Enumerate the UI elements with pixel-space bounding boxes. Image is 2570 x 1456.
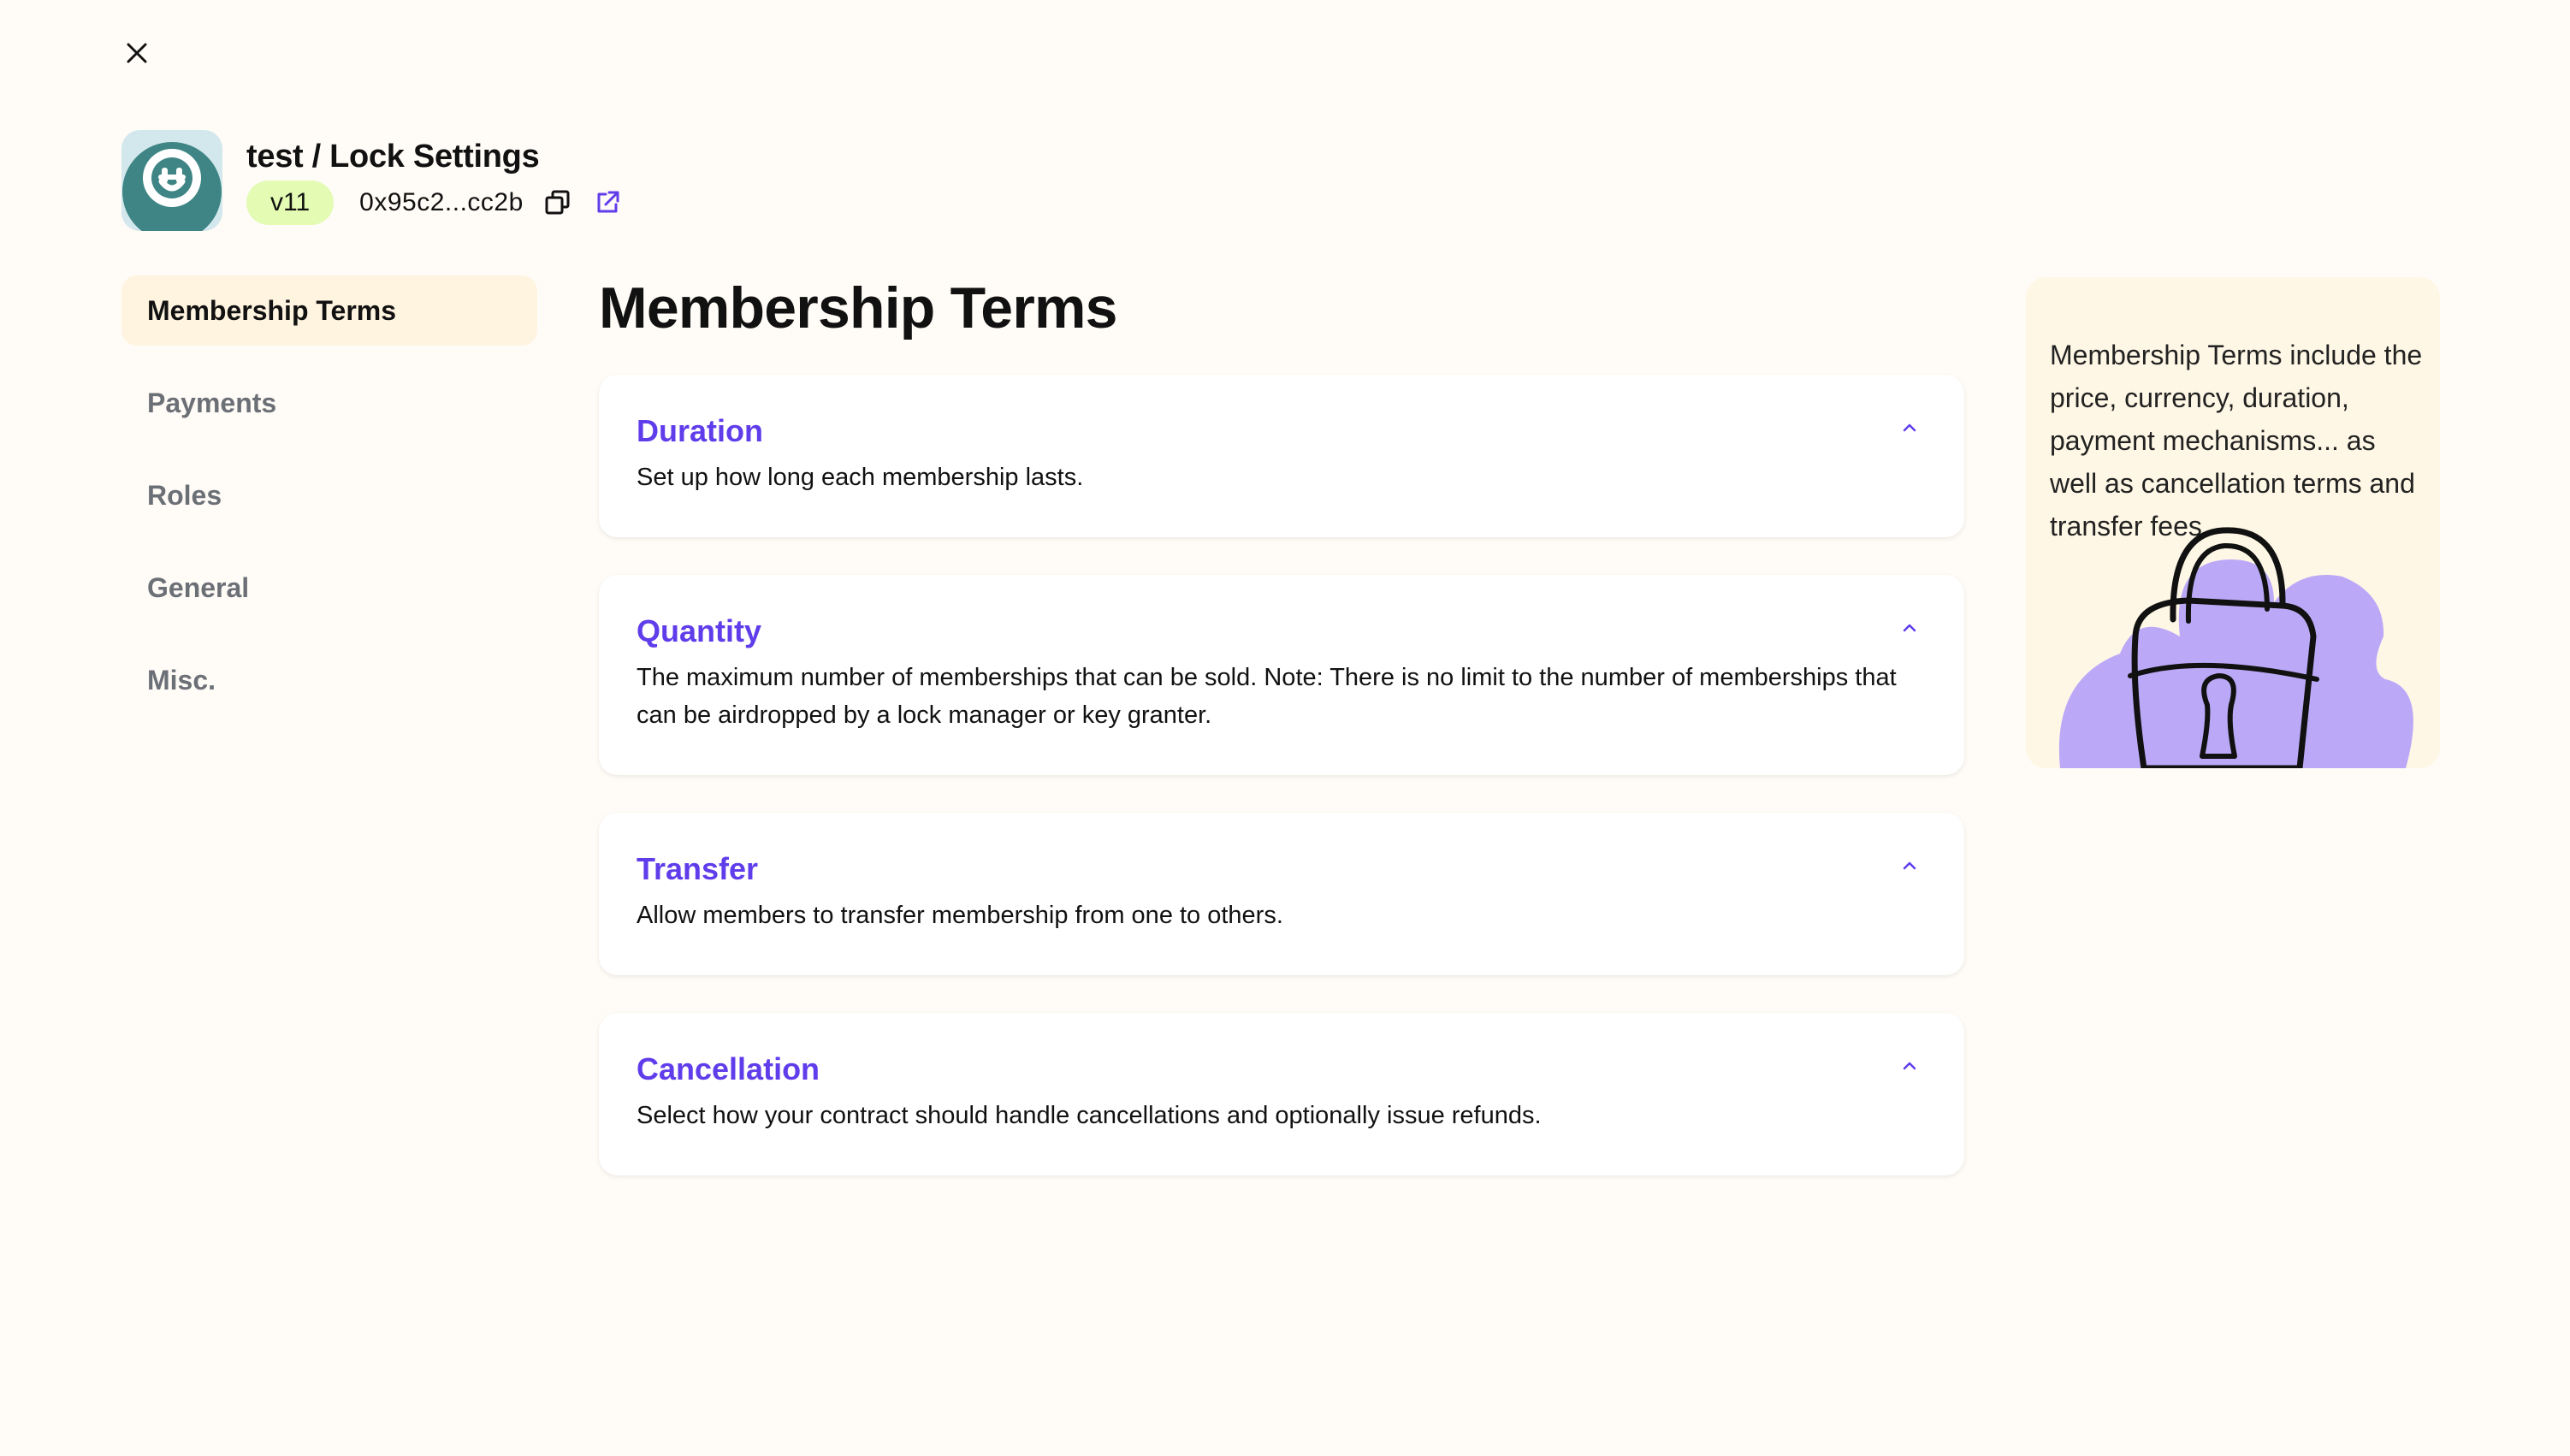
transfer-card[interactable]: Transfer Allow members to transfer membe…: [599, 813, 1964, 975]
duration-card[interactable]: Duration Set up how long each membership…: [599, 375, 1964, 537]
copy-address-button[interactable]: [542, 187, 573, 218]
cancellation-card[interactable]: Cancellation Select how your contract sh…: [599, 1013, 1964, 1175]
card-description: Allow members to transfer membership fro…: [637, 902, 1283, 929]
close-button[interactable]: [120, 36, 154, 70]
card-title: Duration: [637, 413, 763, 448]
open-explorer-button[interactable]: [592, 187, 623, 218]
version-badge: v11: [246, 181, 335, 225]
page-title: Membership Terms: [599, 275, 1117, 340]
main-content: Membership Terms Duration Set up how lon…: [599, 274, 1964, 1213]
card-description: Select how your contract should handle c…: [637, 1102, 1542, 1129]
padlock-illustration-icon: [2058, 527, 2413, 768]
chevron-up-icon[interactable]: [1898, 616, 1922, 640]
quantity-card[interactable]: Quantity The maximum number of membershi…: [599, 575, 1964, 775]
sidebar-item-misc[interactable]: Misc.: [121, 645, 537, 715]
sidebar-item-general[interactable]: General: [121, 553, 537, 623]
card-description: The maximum number of memberships that c…: [637, 664, 1897, 729]
sidebar-item-payments[interactable]: Payments: [121, 368, 537, 438]
card-title: Cancellation: [637, 1051, 820, 1086]
card-title: Quantity: [637, 613, 762, 648]
lock-title: test / Lock Settings: [246, 139, 540, 175]
lock-settings-page: test / Lock Settings v11 0x95c2...cc2b M…: [0, 0, 2570, 1456]
settings-sidebar: Membership Terms Payments Roles General …: [121, 275, 537, 737]
unlock-logo-icon: [121, 130, 222, 231]
info-panel: Membership Terms include the price, curr…: [2026, 277, 2440, 768]
chevron-up-icon[interactable]: [1898, 854, 1922, 878]
copy-icon: [545, 190, 570, 215]
external-link-icon: [597, 191, 619, 213]
lock-header: test / Lock Settings v11 0x95c2...cc2b: [121, 130, 623, 231]
sidebar-item-roles[interactable]: Roles: [121, 460, 537, 530]
lock-avatar: [121, 130, 222, 231]
card-description: Set up how long each membership lasts.: [637, 464, 1084, 491]
contract-address: 0x95c2...cc2b: [359, 188, 524, 216]
card-title: Transfer: [637, 851, 759, 886]
close-icon: [127, 43, 147, 63]
sidebar-item-membership-terms[interactable]: Membership Terms: [121, 275, 537, 346]
chevron-up-icon[interactable]: [1898, 1054, 1922, 1078]
chevron-up-icon[interactable]: [1898, 416, 1922, 440]
